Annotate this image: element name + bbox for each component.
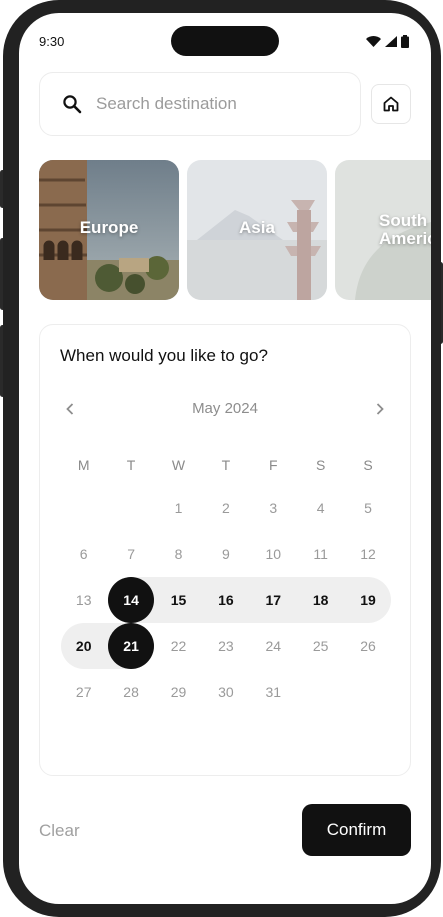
calendar-day[interactable]: 28 — [107, 669, 154, 715]
destination-label-south-america: South Americ — [379, 211, 431, 248]
calendar-day[interactable]: 10 — [250, 531, 297, 577]
calendar-week-row: 13 14 15 16 17 18 19 — [60, 577, 392, 623]
phone-frame: 9:30 Search destination Europe Asia Sout… — [3, 0, 441, 917]
date-picker-card: When would you like to go? May 2024 M T … — [39, 324, 411, 776]
calendar-day[interactable]: 1 — [155, 485, 202, 531]
weekday-label: S — [363, 457, 373, 473]
calendar-day[interactable]: 8 — [155, 531, 202, 577]
calendar-empty-cell — [297, 669, 344, 715]
calendar-day[interactable]: 22 — [155, 623, 202, 669]
month-navigation: May 2024 — [40, 399, 410, 419]
weekday-label: T — [126, 457, 136, 473]
calendar-day[interactable]: 27 — [60, 669, 107, 715]
calendar-day[interactable]: 15 — [155, 577, 202, 623]
destination-card-europe[interactable]: Europe — [39, 160, 179, 300]
search-input[interactable]: Search destination — [96, 94, 237, 114]
search-field[interactable]: Search destination — [39, 72, 361, 136]
chevron-right-icon — [376, 403, 384, 415]
destination-card-asia[interactable]: Asia — [187, 160, 327, 300]
weekday-label: F — [268, 457, 278, 473]
phone-screen: 9:30 Search destination Europe Asia Sout… — [19, 13, 431, 904]
calendar-empty-cell — [344, 669, 391, 715]
calendar-week-row: 27 28 29 30 31 — [60, 669, 392, 715]
destination-label-asia: Asia — [239, 218, 275, 237]
calendar-empty-cell — [60, 485, 107, 531]
signal-icon — [385, 36, 397, 47]
calendar-week-row: 6 7 8 9 10 11 12 — [60, 531, 392, 577]
search-icon — [63, 95, 82, 114]
next-month-button[interactable] — [370, 399, 390, 419]
wifi-icon — [366, 36, 381, 47]
calendar-day[interactable]: 6 — [60, 531, 107, 577]
calendar-day[interactable]: 13 — [60, 577, 107, 623]
weekday-label: W — [171, 457, 186, 473]
calendar-day[interactable]: 26 — [344, 623, 391, 669]
calendar-day[interactable]: 14 — [107, 577, 155, 623]
calendar-day[interactable]: 16 — [202, 577, 249, 623]
calendar-week-row: 20 21 22 23 24 25 26 — [60, 623, 392, 669]
calendar-day[interactable]: 3 — [250, 485, 297, 531]
calendar-weeks: 1 2 3 4 5 6 7 8 9 10 11 12 13 14 15 16 17 18 19 20 21 22 23 24 2… — [60, 485, 392, 715]
status-time: 9:30 — [39, 34, 65, 49]
home-button[interactable] — [371, 84, 411, 124]
dynamic-island — [171, 26, 279, 56]
calendar-week-row: 12345 — [60, 485, 392, 531]
calendar-day[interactable]: 19 — [344, 577, 391, 623]
calendar-day[interactable]: 11 — [297, 531, 344, 577]
status-icons — [366, 35, 409, 48]
calendar-empty-cell — [107, 485, 154, 531]
weekday-label: M — [77, 457, 90, 473]
calendar-day[interactable]: 5 — [344, 485, 391, 531]
weekday-header: M T W T F S S — [60, 445, 392, 485]
calendar-day[interactable]: 29 — [155, 669, 202, 715]
clear-button[interactable]: Clear — [39, 821, 80, 841]
destination-carousel[interactable]: Europe Asia South Americ — [39, 160, 431, 300]
date-picker-title: When would you like to go? — [60, 346, 268, 365]
calendar-day[interactable]: 9 — [202, 531, 249, 577]
month-label: May 2024 — [192, 400, 258, 417]
calendar-day[interactable]: 23 — [202, 623, 249, 669]
destination-label-europe: Europe — [79, 218, 139, 237]
calendar-day[interactable]: 20 — [60, 623, 107, 669]
calendar-day[interactable]: 31 — [250, 669, 297, 715]
calendar-day[interactable]: 17 — [250, 577, 297, 623]
battery-icon — [401, 35, 409, 48]
weekday-label: S — [315, 457, 326, 473]
destination-card-south-america[interactable]: South Americ — [335, 160, 431, 300]
calendar-day[interactable]: 7 — [107, 531, 154, 577]
calendar-day[interactable]: 30 — [202, 669, 249, 715]
calendar-day[interactable]: 25 — [297, 623, 344, 669]
confirm-button[interactable]: Confirm — [302, 804, 411, 856]
calendar-day[interactable]: 21 — [107, 623, 155, 669]
weekday-label: T — [221, 457, 231, 473]
calendar-day[interactable]: 2 — [202, 485, 249, 531]
calendar-day[interactable]: 4 — [297, 485, 344, 531]
home-icon — [383, 96, 399, 112]
calendar-day[interactable]: 24 — [250, 623, 297, 669]
calendar-grid: M T W T F S S 1 2 3 4 5 6 7 8 9 10 11 12 13 14 15 16 17 1… — [60, 445, 392, 715]
calendar-day[interactable]: 18 — [297, 577, 344, 623]
calendar-day[interactable]: 12 — [344, 531, 391, 577]
